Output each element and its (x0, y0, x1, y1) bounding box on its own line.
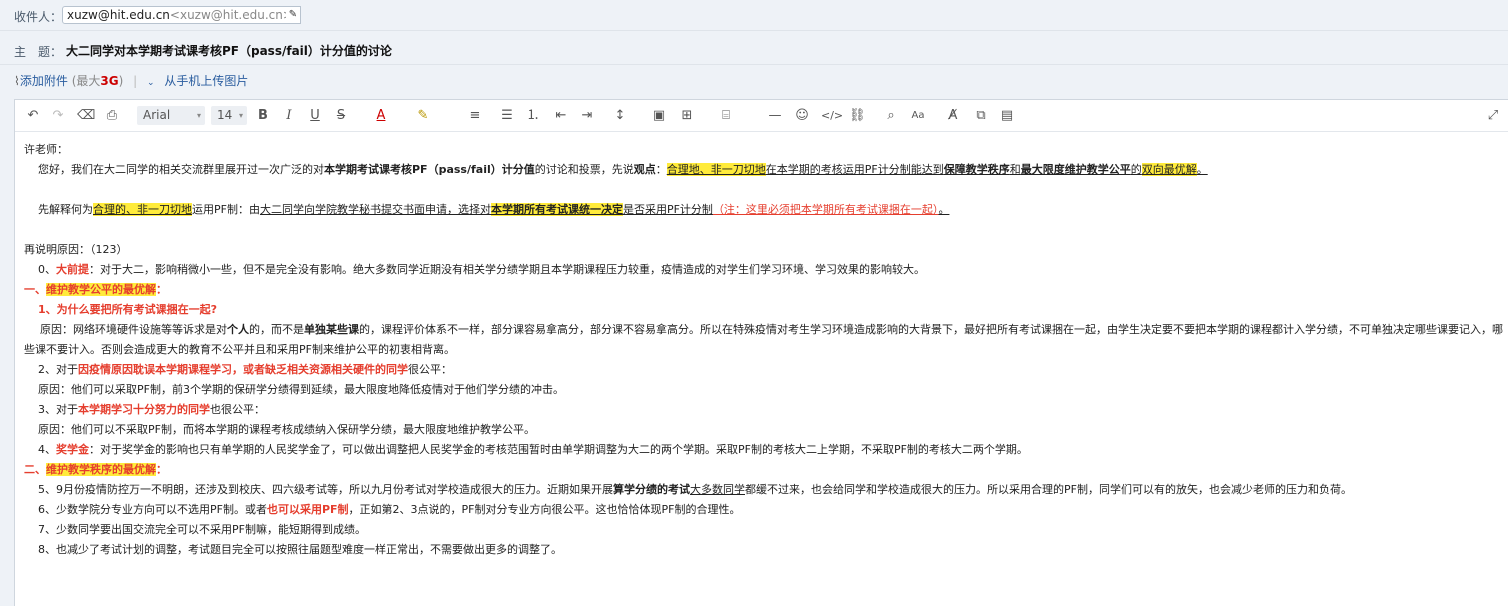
divider: | (133, 74, 138, 88)
editor-toolbar: ↶ ↷ ⌫ ⎙ Arial ▾ 14 ▾ B I U S A ✎ ≡ ☰ ⒈ ⇤ ⇥… (15, 100, 1508, 132)
question-7: 7、少数同学要出国交流完全可以不采用PF制嘛，能短期得到成绩。 (38, 523, 366, 536)
redo-icon[interactable]: ↷ (49, 107, 67, 124)
line-height-icon[interactable]: ↕ (607, 107, 633, 124)
message-body[interactable]: 许老师： 您好，我们在大二同学的相关交流群里展开过一次广泛的对本学期考试课考核P… (24, 140, 1504, 560)
paragraph-view: 您好，我们在大二同学的相关交流群里展开过一次广泛的对本学期考试课考核PF（pas… (38, 163, 1208, 176)
editor[interactable]: ↶ ↷ ⌫ ⎙ Arial ▾ 14 ▾ B I U S A ✎ ≡ ☰ ⒈ ⇤ ⇥… (14, 99, 1508, 606)
question-6: 6、少数学院分专业方向可以不选用PF制。或者也可以采用PF制，正如第2、3点说的… (38, 503, 741, 516)
underline-icon[interactable]: U (307, 107, 323, 124)
font-size-select[interactable]: 14 ▾ (211, 106, 247, 125)
recipient-address: <xuzw@hit.edu.cn> (169, 8, 293, 22)
question-1: 1、为什么要把所有考试课捆在一起? (38, 303, 218, 316)
paragraph-explain: 先解释何为合理的、非一刀切地运用PF制：由大二同学向学院教学秘书提交书面申请，选… (38, 203, 950, 216)
format-painter-icon[interactable]: ⎙ (103, 107, 121, 124)
recipient-label: 收件人： (14, 10, 63, 24)
indent-increase-icon[interactable]: ⇥ (579, 107, 595, 124)
attach-size-hint: (最大3G) (71, 74, 124, 88)
fullscreen-icon[interactable]: ⤢ (1485, 107, 1501, 124)
question-2: 2、对于因疫情原因耽误本学期课程学习，或者缺乏相关资源相关硬件的同学很公平： (38, 363, 452, 376)
attachment-row: ⌇添加附件 (最大3G) | ⌄ 从手机上传图片 (14, 72, 248, 89)
question-5: 5、9月份疫情防控万一不明朗，还涉及到校庆、四六级考试等，所以九月份考试对学校造… (38, 483, 1352, 496)
greeting: 许老师： (24, 143, 68, 156)
subject-label: 主 题： (14, 45, 63, 59)
highlight-color-icon[interactable]: ✎ (411, 107, 435, 124)
question-8: 8、也减少了考试计划的调整，考试题目完全可以按照往届题型难度一样正常出，不需要做… (38, 543, 562, 556)
subject-row: 主 题： 大二同学对本学期考试课考核PF（pass/fail）计分值的讨论 (0, 36, 1508, 65)
section-2-heading: 二、维护教学秩序的最优解： (24, 463, 167, 476)
template-icon[interactable]: ▤ (999, 107, 1015, 124)
recipient-name: xuzw@hit.edu.cn (67, 8, 170, 22)
spellcheck-icon[interactable]: A̸ (945, 107, 961, 124)
align-icon[interactable]: ≡ (463, 107, 487, 124)
indent-decrease-icon[interactable]: ⇤ (553, 107, 569, 124)
question-2-reason: 原因：他们可以采取PF制，前3个学期的保研学分绩得到延续，最大限度地降低疫情对于… (38, 383, 564, 396)
add-attachment-link[interactable]: 添加附件 (20, 74, 68, 88)
font-family-select[interactable]: Arial ▾ (137, 106, 205, 125)
stamp-icon[interactable]: ⌸ (709, 107, 743, 124)
question-3: 3、对于本学期学习十分努力的同学也很公平： (38, 403, 265, 416)
bullet-list-icon[interactable]: ☰ (499, 107, 515, 124)
chevron-down-icon[interactable]: ⌄ (147, 78, 155, 88)
reason-0: 0、大前提：对于大二，影响稍微小一些，但不是完全没有影响。绝大多数同学近期没有相… (38, 263, 925, 276)
question-3-reason: 原因：他们可以不采取PF制，而将本学期的课程考核成绩纳入保研学分绩，最大限度地维… (38, 423, 535, 436)
translate-icon[interactable]: ⧉ (973, 107, 989, 124)
font-color-icon[interactable]: A (369, 107, 393, 124)
edit-recipient-icon[interactable]: ✎ (286, 6, 301, 24)
reasons-title: 再说明原因：（123） (24, 243, 128, 256)
eraser-icon[interactable]: ⌫ (77, 107, 95, 124)
numbered-list-icon[interactable]: ⒈ (525, 107, 541, 124)
question-1-reason: 原因：网络环境硬件设施等等诉求是对个人的，而不是单独某些课的，课程评价体系不一样… (24, 323, 1503, 356)
code-icon[interactable]: </> (821, 107, 843, 124)
image-icon[interactable]: ▣ (651, 107, 667, 124)
section-1-heading: 一、维护教学公平的最优解： (24, 283, 167, 296)
case-icon[interactable]: Aa (909, 107, 927, 124)
emoji-icon[interactable]: ☺ (793, 107, 811, 124)
recipient-row: 收件人： xuzw@hit.edu.cn<xuzw@hit.edu.cn> ✎ (0, 0, 1508, 31)
strikethrough-icon[interactable]: S (333, 107, 349, 124)
subject-input[interactable]: 大二同学对本学期考试课考核PF（pass/fail）计分值的讨论 (66, 42, 392, 59)
italic-icon[interactable]: I (281, 107, 297, 124)
horizontal-rule-icon[interactable]: — (767, 107, 783, 124)
link-icon[interactable]: ⛓ (849, 107, 866, 124)
question-4: 4、奖学金：对于奖学金的影响也只有单学期的人民奖学金了，可以做出调整把人民奖学金… (38, 443, 1028, 456)
undo-icon[interactable]: ↶ (24, 107, 42, 124)
find-icon[interactable]: ⌕ (883, 107, 899, 124)
upload-from-phone-link[interactable]: 从手机上传图片 (164, 74, 248, 88)
recipient-chip[interactable]: xuzw@hit.edu.cn<xuzw@hit.edu.cn> (62, 6, 298, 24)
table-icon[interactable]: ⊞ (679, 107, 695, 124)
bold-icon[interactable]: B (255, 107, 271, 124)
